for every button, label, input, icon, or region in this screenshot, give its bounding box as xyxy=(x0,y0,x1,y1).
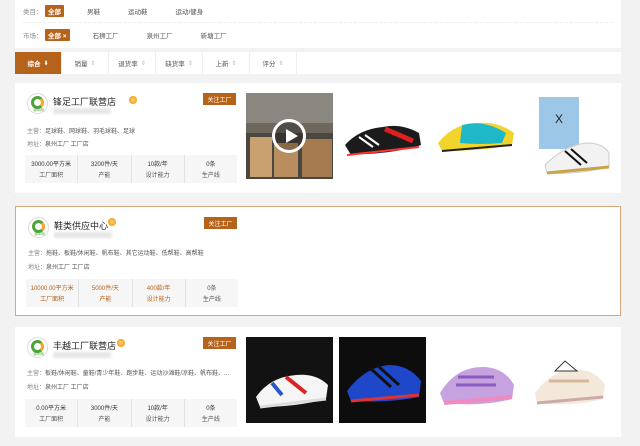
sort-tab-overall[interactable]: 综合 ⬇ xyxy=(15,52,62,74)
stat-factory-area: 3000.00平方米 工厂面积 xyxy=(25,155,79,183)
blurred-text xyxy=(53,352,111,358)
shop-card[interactable]: 源印网 丰越工厂联营店 关注工厂 主营：板鞋/休闲鞋、童鞋/青少年鞋、跑步鞋、运… xyxy=(15,327,621,437)
main-business: 主营：拖鞋、板鞋/休闲鞋、帆布鞋、其它运动鞋、低帮鞋、高帮鞋 xyxy=(28,251,204,257)
sort-tab-label: 评分 xyxy=(262,61,276,68)
product-thumbnail[interactable] xyxy=(432,93,519,179)
sort-tab-sales[interactable]: 销量 ⇕ xyxy=(62,52,109,74)
filter-panel: 类目： 全部 男鞋 运动鞋 运动/健身 市场： 全部 × 石狮工厂 泉州工厂 新… xyxy=(15,0,621,48)
sort-updown-icon: ⇕ xyxy=(278,60,284,67)
product-thumbnail[interactable] xyxy=(339,337,426,423)
main-business: 主营：足球鞋、网球鞋、羽毛球鞋、足球 xyxy=(27,129,136,135)
stat-capacity: 5000件/天 产能 xyxy=(79,279,133,307)
category-option-all[interactable]: 全部 xyxy=(45,5,64,17)
stat-capacity: 3000件/天 产能 xyxy=(78,399,132,427)
sort-tab-label: 综合 xyxy=(27,61,41,68)
stat-factory-area: 0.00平方米 工厂面积 xyxy=(25,399,79,427)
sort-tab-stockout-rate[interactable]: 缺货率 ⇕ xyxy=(156,52,203,74)
blurred-text xyxy=(53,108,111,114)
category-option-mens-shoes[interactable]: 男鞋 xyxy=(84,5,103,17)
shop-logo: 源印网 xyxy=(28,217,49,238)
product-video-thumbnail[interactable] xyxy=(246,93,333,179)
market-option-quanzhou[interactable]: 泉州工厂 xyxy=(144,29,176,41)
sort-updown-icon: ⇕ xyxy=(231,60,237,67)
shop-address: 地址：泉州工厂 工厂店 xyxy=(27,142,89,148)
sort-bar: 综合 ⬇ 销量 ⇕ 退货率 ⇕ 缺货率 ⇕ 上新 ⇕ 评分 ⇕ xyxy=(15,52,621,74)
sort-tab-rating[interactable]: 评分 ⇕ xyxy=(250,52,297,74)
market-filter-label: 市场： xyxy=(23,33,43,40)
shop-stats: 10000.00平方米 工厂面积 5000件/天 产能 400款/年 设计能力 0条生… xyxy=(26,279,238,307)
shop-card[interactable]: 源印网 锋足工厂联营店 关注工厂 主营：足球鞋、网球鞋、羽毛球鞋、足球 地址：泉… xyxy=(15,83,621,193)
blurred-text xyxy=(54,232,112,238)
market-option-all-selected[interactable]: 全部 × xyxy=(45,29,70,41)
market-filter-row: 市场： 全部 × 石狮工厂 泉州工厂 新塘工厂 xyxy=(23,28,252,42)
market-option-xintang[interactable]: 新塘工厂 xyxy=(198,29,230,41)
sort-updown-icon: ⇕ xyxy=(90,60,96,67)
sort-updown-icon: ⇕ xyxy=(140,60,146,67)
main-business: 主营：板鞋/休闲鞋、童鞋/青少年鞋、跑步鞋、运动沙滩鞋/凉鞋、帆布鞋、... xyxy=(27,371,230,377)
shop-logo: 源印网 xyxy=(27,93,48,114)
svg-text:X: X xyxy=(555,112,563,126)
category-filter-label: 类目： xyxy=(23,9,43,16)
follow-factory-button[interactable]: 关注工厂 xyxy=(203,93,236,105)
shop-stats: 0.00平方米 工厂面积 3000件/天 产能 10款/年 设计能力 0条 生产线 xyxy=(25,399,237,427)
stat-lines: 0条 生产线 xyxy=(201,406,220,423)
sort-tab-label: 缺货率 xyxy=(165,61,185,68)
shop-logo: 源印网 xyxy=(27,337,48,358)
sort-tab-return-rate[interactable]: 退货率 ⇕ xyxy=(109,52,156,74)
shop-name[interactable]: 丰越工厂联营店 xyxy=(53,339,116,352)
stat-factory-area: 10000.00平方米 工厂面积 xyxy=(26,279,80,307)
product-thumbnail[interactable] xyxy=(339,93,426,179)
sort-updown-icon: ⇕ xyxy=(187,60,193,67)
follow-factory-button[interactable]: 关注工厂 xyxy=(203,337,236,349)
medal-icon xyxy=(108,218,116,226)
product-thumbnail[interactable]: X xyxy=(525,93,612,179)
sort-tab-label: 销量 xyxy=(74,61,88,68)
stat-design: 400款/年 设计能力 xyxy=(133,279,186,307)
product-thumbnail[interactable] xyxy=(246,337,333,423)
sort-down-icon: ⬇ xyxy=(43,60,49,67)
sort-tab-label: 上新 xyxy=(215,61,229,68)
category-option-sports-fitness[interactable]: 运动/健身 xyxy=(173,5,207,17)
product-thumbnail[interactable] xyxy=(525,337,612,423)
play-icon[interactable] xyxy=(272,119,306,153)
stat-lines: 0条 生产线 xyxy=(201,162,220,179)
stat-capacity: 3200件/天 产能 xyxy=(78,155,132,183)
stat-design: 10款/年 设计能力 xyxy=(132,399,185,427)
follow-factory-button[interactable]: 关注工厂 xyxy=(204,217,237,229)
shop-address: 地址：泉州工厂 工厂店 xyxy=(28,265,90,271)
category-filter-row: 类目： 全部 男鞋 运动鞋 运动/健身 xyxy=(23,4,228,18)
shop-stats: 3000.00平方米 工厂面积 3200件/天 产能 10款/年 设计能力 0条 生产线 xyxy=(25,155,237,183)
medal-icon xyxy=(129,96,137,104)
filter-divider xyxy=(23,22,613,23)
shop-card[interactable]: 源印网 鞋类供应中心 关注工厂 主营：拖鞋、板鞋/休闲鞋、帆布鞋、其它运动鞋、低… xyxy=(15,206,621,316)
sort-tab-label: 退货率 xyxy=(118,61,138,68)
shop-address: 地址：泉州工厂 工厂店 xyxy=(27,385,89,391)
market-option-shishi[interactable]: 石狮工厂 xyxy=(90,29,122,41)
shop-name[interactable]: 鞋类供应中心 xyxy=(54,219,108,232)
shop-name[interactable]: 锋足工厂联营店 xyxy=(53,95,116,108)
stat-design: 10款/年 设计能力 xyxy=(132,155,185,183)
product-thumbnail[interactable] xyxy=(432,337,519,423)
sort-tab-new-arrivals[interactable]: 上新 ⇕ xyxy=(203,52,250,74)
medal-icon xyxy=(117,339,125,347)
stat-lines: 0条 生产线 xyxy=(202,286,221,303)
category-option-sports-shoes[interactable]: 运动鞋 xyxy=(125,5,151,17)
